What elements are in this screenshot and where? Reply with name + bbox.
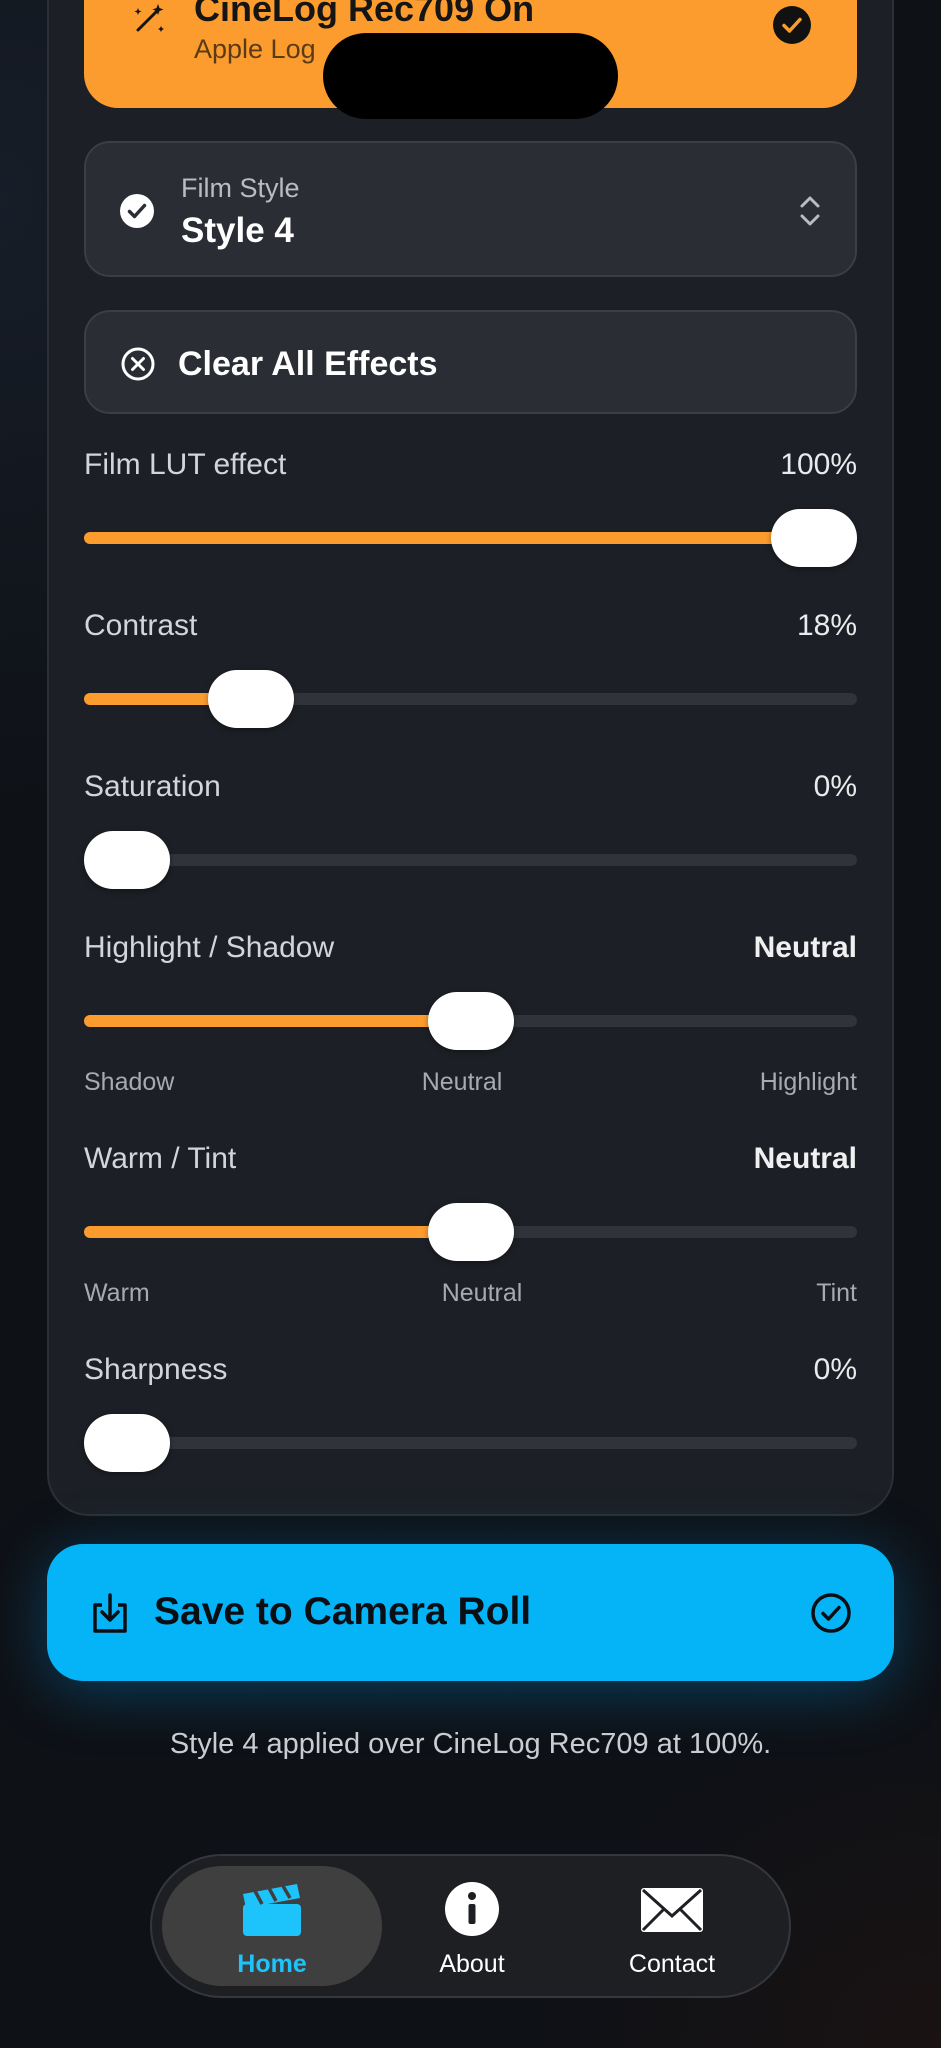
chevron-up-down-icon	[800, 196, 820, 226]
highlight-shadow-slider[interactable]	[84, 992, 857, 1050]
slider-value: Neutral	[753, 931, 857, 964]
slider-value: 0%	[813, 770, 857, 803]
contrast-slider[interactable]	[84, 670, 857, 728]
tick-label-tint: Tint	[816, 1279, 857, 1307]
slider-value: 0%	[813, 1353, 857, 1386]
slider-value: Neutral	[753, 1142, 857, 1175]
info-icon	[445, 1882, 499, 1936]
film-style-label: Film Style	[181, 173, 300, 203]
slider-tick-labels: Shadow Neutral Highlight	[84, 1068, 857, 1098]
lut-subtitle: Apple Log	[194, 34, 316, 64]
saturation-slider[interactable]	[84, 831, 857, 889]
slider-label: Saturation	[84, 770, 221, 803]
checkmark-icon	[773, 6, 811, 44]
x-circle-icon	[121, 347, 155, 381]
tab-bar: Home About Contact	[150, 1854, 791, 1998]
envelope-icon	[641, 1888, 703, 1932]
slider-fill	[84, 532, 814, 544]
film-style-value: Style 4	[181, 211, 294, 250]
slider-value: 100%	[780, 448, 857, 481]
clapperboard-icon	[243, 1884, 301, 1936]
check-circle-icon	[811, 1593, 851, 1633]
slider-label: Contrast	[84, 609, 198, 642]
clear-all-effects-label: Clear All Effects	[178, 345, 438, 383]
tab-about[interactable]: About	[362, 1866, 582, 1986]
checkmark-circle-icon	[120, 194, 154, 228]
save-to-camera-roll-button[interactable]: Save to Camera Roll	[47, 1544, 894, 1681]
download-icon	[93, 1593, 127, 1633]
slider-thumb[interactable]	[427, 1203, 514, 1261]
dynamic-island	[323, 33, 618, 119]
slider-label: Film LUT effect	[84, 448, 287, 481]
film-lut-slider[interactable]	[84, 509, 857, 567]
warm-tint-slider[interactable]	[84, 1203, 857, 1261]
slider-thumb[interactable]	[207, 670, 294, 728]
slider-thumb[interactable]	[84, 831, 170, 889]
clear-all-effects-button[interactable]: Clear All Effects	[84, 310, 857, 414]
tick-label-highlight: Highlight	[759, 1068, 857, 1096]
slider-value: 18%	[796, 609, 857, 642]
slider-thumb[interactable]	[771, 509, 857, 567]
tick-label-warm: Warm	[84, 1279, 150, 1307]
tab-label: About	[439, 1950, 505, 1978]
tab-label: Contact	[628, 1950, 716, 1978]
slider-fill	[84, 1015, 471, 1027]
slider-thumb[interactable]	[427, 992, 514, 1050]
tab-contact[interactable]: Contact	[562, 1866, 782, 1986]
magic-wand-icon	[134, 4, 164, 32]
status-message: Style 4 applied over CineLog Rec709 at 1…	[169, 1728, 772, 1760]
slider-fill	[84, 1226, 471, 1238]
tick-label-neutral: Neutral	[421, 1068, 503, 1096]
slider-label: Warm / Tint	[84, 1142, 237, 1175]
save-button-label: Save to Camera Roll	[154, 1590, 532, 1633]
screen: CineLog Rec709 On Apple Log Film Style S…	[0, 0, 941, 2048]
slider-label: Highlight / Shadow	[84, 931, 335, 964]
tick-label-shadow: Shadow	[84, 1068, 175, 1096]
sharpness-slider[interactable]	[84, 1414, 857, 1472]
film-style-select[interactable]: Film Style Style 4	[84, 141, 857, 277]
lut-title: CineLog Rec709 On	[194, 0, 535, 29]
slider-tick-labels: Warm Neutral Tint	[84, 1279, 857, 1309]
tab-home[interactable]: Home	[162, 1866, 382, 1986]
tab-label: Home	[237, 1950, 307, 1978]
slider-label: Sharpness	[84, 1353, 228, 1386]
slider-thumb[interactable]	[84, 1414, 170, 1472]
tick-label-neutral: Neutral	[441, 1279, 523, 1307]
